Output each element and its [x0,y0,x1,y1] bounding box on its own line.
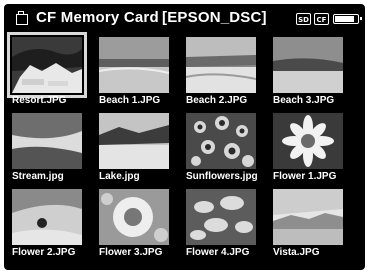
folder-icon [16,11,28,25]
thumbnail-item[interactable]: Beach 1.JPG [91,37,169,107]
thumbnail-image[interactable] [186,37,256,93]
thumbnail-item[interactable]: Beach 2.JPG [178,37,256,107]
thumbnail-item[interactable]: Resort.JPG [4,32,87,107]
thumbnail-image[interactable] [7,32,87,98]
title-bar: CF Memory Card [EPSON_DSC] SD CF [4,4,365,36]
thumbnail-filename: Lake.jpg [99,171,140,182]
thumbnail-item[interactable]: Flower 3.JPG [91,189,169,259]
thumbnail-filename: Resort.JPG [12,95,67,106]
thumbnail-item[interactable]: Stream.jpg [4,113,82,183]
thumbnail-item[interactable]: Sunflowers.jpg [178,113,258,183]
thumbnail-filename: Beach 2.JPG [186,95,248,106]
thumbnail-filename: Beach 1.JPG [99,95,161,106]
thumbnail-image[interactable] [273,37,343,93]
lcd-screen: CF Memory Card [EPSON_DSC] SD CF Resort.… [4,4,365,270]
thumbnail-item[interactable]: Lake.jpg [91,113,169,183]
thumbnail-filename: Sunflowers.jpg [186,171,258,182]
thumbnail-image[interactable] [273,113,343,169]
battery-icon [333,14,362,24]
thumbnail-filename: Flower 3.JPG [99,247,163,258]
thumbnail-filename: Beach 3.JPG [273,95,335,106]
thumbnail-grid: Resort.JPG Beach 1.JPG Beach 2.JPG Beach 3.… [4,32,365,262]
page-title: CF Memory Card [EPSON_DSC] [36,9,267,26]
cf-card-icon: CF [314,13,329,25]
thumbnail-image[interactable] [186,189,256,245]
thumbnail-item[interactable]: Vista.JPG [265,189,343,259]
battery-level [335,16,354,22]
thumbnail-image[interactable] [99,37,169,93]
thumbnail-item[interactable]: Beach 3.JPG [265,37,343,107]
sd-card-icon: SD [296,13,311,25]
thumbnail-filename: Stream.jpg [12,171,64,182]
thumbnail-filename: Flower 4.JPG [186,247,250,258]
thumbnail-image[interactable] [99,113,169,169]
thumbnail-item[interactable]: Flower 1.JPG [265,113,343,183]
thumbnail-image[interactable] [12,189,82,245]
thumbnail-image[interactable] [99,189,169,245]
thumbnail-image[interactable] [273,189,343,245]
thumbnail-item[interactable]: Flower 4.JPG [178,189,256,259]
thumbnail-image[interactable] [12,113,82,169]
thumbnail-image[interactable] [186,113,256,169]
thumbnail-item[interactable]: Flower 2.JPG [4,189,82,259]
thumbnail-filename: Flower 2.JPG [12,247,76,258]
thumbnail-filename: Flower 1.JPG [273,171,337,182]
thumbnail-filename: Vista.JPG [273,247,320,258]
